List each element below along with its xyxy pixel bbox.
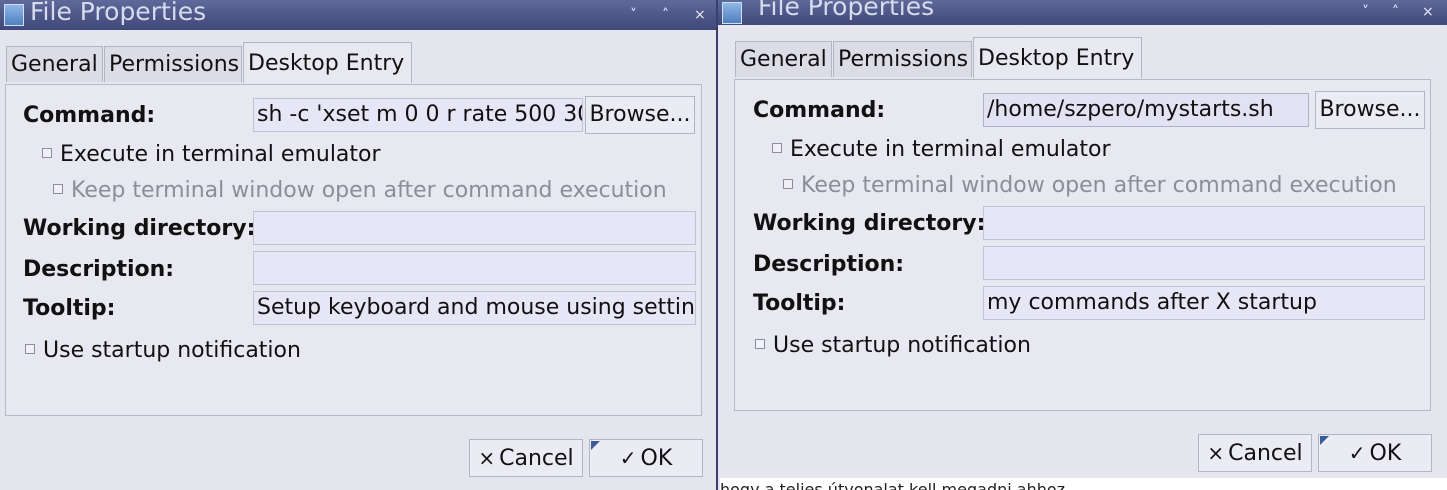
keep-terminal-open-label: Keep terminal window open after command … — [801, 173, 1397, 198]
tab-desktop-entry[interactable]: Desktop Entry — [243, 42, 412, 83]
window-title: File Properties — [758, 0, 935, 21]
cancel-label: Cancel — [499, 446, 574, 471]
ok-label: OK — [1369, 441, 1402, 466]
tab-desktop-entry[interactable]: Desktop Entry — [973, 37, 1142, 78]
working-directory-input[interactable] — [983, 206, 1425, 240]
minimize-icon[interactable]: ˅ — [1362, 0, 1369, 25]
command-label: Command: — [23, 103, 156, 128]
close-icon[interactable]: × — [1422, 0, 1434, 25]
startup-notification-checkbox[interactable]: Use startup notification — [25, 338, 301, 363]
keep-terminal-open-checkbox: Keep terminal window open after command … — [53, 178, 667, 203]
ok-icon: ✓ — [1348, 441, 1366, 465]
command-input[interactable]: /home/szpero/mystarts.sh — [983, 93, 1309, 127]
command-label: Command: — [753, 98, 886, 123]
cancel-button[interactable]: × Cancel — [469, 439, 583, 477]
tab-permissions[interactable]: Permissions — [833, 41, 972, 77]
window-app-icon — [722, 2, 742, 24]
browse-button[interactable]: Browse... — [585, 96, 695, 134]
tooltip-label: Tooltip: — [753, 291, 846, 316]
description-label: Description: — [753, 252, 905, 277]
keep-terminal-open-checkbox: Keep terminal window open after command … — [783, 173, 1397, 198]
tooltip-input[interactable]: my commands after X startup — [983, 286, 1425, 320]
ok-label: OK — [640, 446, 673, 471]
startup-notification-checkbox[interactable]: Use startup notification — [755, 333, 1031, 358]
checkbox-box — [783, 179, 793, 189]
maximize-icon[interactable]: ˄ — [1392, 0, 1399, 25]
startup-notification-label: Use startup notification — [773, 333, 1031, 358]
minimize-icon[interactable]: ˅ — [630, 0, 637, 30]
execute-terminal-checkbox[interactable]: Execute in terminal emulator — [42, 142, 381, 167]
tab-general[interactable]: General — [6, 46, 103, 82]
execute-terminal-checkbox[interactable]: Execute in terminal emulator — [772, 137, 1111, 162]
cancel-icon: × — [478, 446, 496, 470]
execute-terminal-label: Execute in terminal emulator — [60, 142, 381, 167]
file-properties-window-left: File Properties ˅ ˄ × General Permission… — [0, 0, 716, 490]
execute-terminal-label: Execute in terminal emulator — [790, 137, 1111, 162]
description-label: Description: — [23, 257, 175, 282]
checkbox-box[interactable] — [772, 143, 782, 153]
description-input[interactable] — [983, 246, 1425, 280]
checkbox-box[interactable] — [42, 148, 52, 158]
desktop-entry-panel: Command: sh -c 'xset m 0 0 r rate 500 30… — [5, 84, 702, 416]
cancel-label: Cancel — [1228, 441, 1303, 466]
command-input[interactable]: sh -c 'xset m 0 0 r rate 500 30 — [253, 98, 583, 132]
close-icon[interactable]: × — [694, 0, 706, 30]
desktop-entry-panel: Command: /home/szpero/mystarts.sh Browse… — [734, 79, 1431, 411]
file-properties-window-right: File Properties ˅ ˄ × General Permission… — [716, 0, 1447, 490]
window-title: File Properties — [30, 0, 207, 26]
checkbox-box — [53, 184, 63, 194]
working-directory-label: Working directory: — [23, 216, 256, 241]
title-bar[interactable]: File Properties ˅ ˄ × — [0, 0, 716, 30]
keep-terminal-open-label: Keep terminal window open after command … — [71, 178, 667, 203]
working-directory-input[interactable] — [253, 211, 696, 245]
ok-icon: ✓ — [619, 446, 637, 470]
background-page-text: hogy a teljes útvonalat kell megadni ahh… — [720, 478, 1447, 490]
tooltip-input[interactable]: Setup keyboard and mouse using settin — [253, 291, 696, 325]
maximize-icon[interactable]: ˄ — [662, 0, 669, 30]
window-app-icon — [4, 4, 24, 26]
cancel-icon: × — [1207, 441, 1225, 465]
working-directory-label: Working directory: — [753, 211, 986, 236]
startup-notification-label: Use startup notification — [43, 338, 301, 363]
ok-button[interactable]: ✓ OK — [1318, 434, 1432, 472]
checkbox-box[interactable] — [755, 339, 765, 349]
description-input[interactable] — [253, 251, 696, 285]
browse-button[interactable]: Browse... — [1315, 91, 1425, 129]
cancel-button[interactable]: × Cancel — [1198, 434, 1312, 472]
ok-button[interactable]: ✓ OK — [589, 439, 703, 477]
checkbox-box[interactable] — [25, 344, 35, 354]
tab-general[interactable]: General — [735, 41, 832, 77]
title-bar[interactable]: File Properties ˅ ˄ × — [718, 0, 1447, 25]
tab-permissions[interactable]: Permissions — [104, 46, 242, 82]
tooltip-label: Tooltip: — [23, 296, 116, 321]
